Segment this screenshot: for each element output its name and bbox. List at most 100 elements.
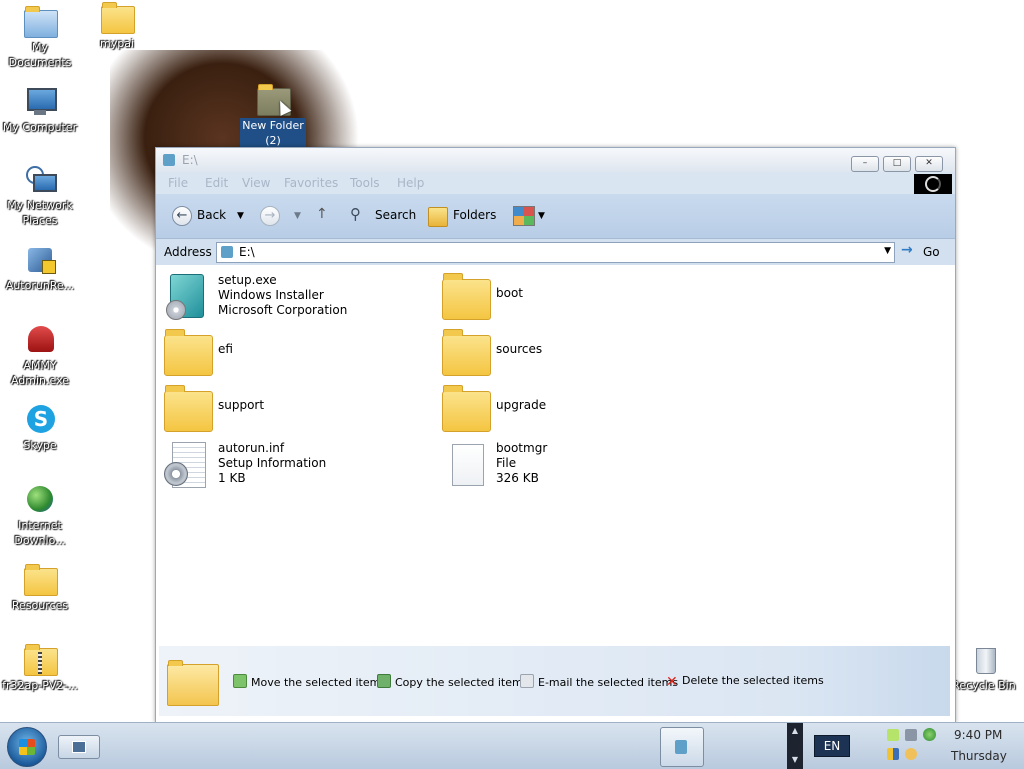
menu-file[interactable]: File bbox=[168, 176, 188, 190]
item-company: Microsoft Corporation bbox=[218, 303, 348, 317]
back-dropdown-icon[interactable]: ▼ bbox=[237, 211, 244, 221]
start-button[interactable] bbox=[7, 727, 47, 767]
folder-icon bbox=[24, 564, 58, 596]
desktop-icon-archive[interactable]: fr32ap-PV2-... bbox=[0, 644, 80, 693]
window-title: E:\ bbox=[182, 153, 198, 167]
copy-items-link[interactable]: Copy the selected items bbox=[377, 674, 528, 689]
show-desktop-button[interactable] bbox=[58, 735, 100, 759]
list-item[interactable]: sources bbox=[442, 325, 712, 377]
desktop-icon-label: AutorunRe... bbox=[5, 279, 75, 292]
search-button[interactable]: Search bbox=[375, 208, 416, 222]
desktop-icon-label: Resources bbox=[11, 599, 69, 612]
move-items-link[interactable]: Move the selected items bbox=[233, 674, 386, 689]
desktop-icon-label: fr32ap-PV2-... bbox=[2, 679, 78, 692]
desktop-icon-label: Internet Downlo... bbox=[14, 519, 66, 547]
folder-icon bbox=[164, 328, 213, 376]
taskbar: ▲ ▼ EN 9:40 PM Thursday bbox=[0, 722, 1024, 769]
tray-network-icon[interactable] bbox=[887, 729, 899, 741]
desktop-icon-label: My Computer bbox=[2, 121, 78, 134]
list-item[interactable]: autorun.inf Setup Information 1 KB bbox=[164, 437, 434, 489]
desktop-icon-resources[interactable]: Resources bbox=[0, 564, 80, 613]
drive-icon bbox=[675, 740, 687, 754]
views-icon[interactable] bbox=[513, 206, 535, 226]
desktop-icon-network-places[interactable]: My Network Places bbox=[0, 164, 80, 228]
desktop-icon-label: My Documents bbox=[8, 41, 72, 69]
desktop-icon-ammy-admin[interactable]: AMMY Admin.exe bbox=[0, 324, 80, 388]
address-bar: Address E:\ ▼ → Go bbox=[156, 239, 955, 265]
item-size: 1 KB bbox=[218, 471, 246, 485]
item-name: boot bbox=[496, 286, 524, 300]
title-bar[interactable]: E:\ – □ ✕ bbox=[156, 148, 955, 172]
list-item[interactable]: setup.exe Windows Installer Microsoft Co… bbox=[164, 269, 434, 321]
desktop-icon-label: New Folder (2) bbox=[240, 118, 306, 148]
folders-icon[interactable] bbox=[428, 207, 448, 227]
desktop-icon-label: mypai bbox=[99, 37, 134, 50]
clock-time[interactable]: 9:40 PM bbox=[954, 728, 1002, 742]
delete-items-link[interactable]: ✕ Delete the selected items bbox=[666, 674, 824, 689]
setup-info-file-icon bbox=[164, 440, 212, 488]
item-name: setup.exe bbox=[218, 273, 277, 287]
folders-button[interactable]: Folders bbox=[453, 208, 496, 222]
item-type: Windows Installer bbox=[218, 288, 324, 302]
language-indicator[interactable]: EN bbox=[814, 735, 850, 757]
autorun-shortcut-icon bbox=[24, 244, 56, 276]
maximize-button[interactable]: □ bbox=[883, 156, 911, 172]
list-item[interactable]: efi bbox=[164, 325, 434, 377]
address-dropdown-icon[interactable]: ▼ bbox=[884, 246, 891, 256]
show-desktop-icon bbox=[72, 741, 86, 753]
desktop-icon-autorunre[interactable]: AutorunRe... bbox=[0, 244, 80, 293]
search-icon[interactable]: ⚲ bbox=[350, 205, 361, 223]
desktop-icon-mypai[interactable]: mypai bbox=[77, 2, 157, 51]
tray-scroll-bar[interactable]: ▲ ▼ bbox=[787, 723, 803, 769]
list-item[interactable]: bootmgr File 326 KB bbox=[442, 437, 712, 489]
tray-monitor-icon[interactable] bbox=[905, 729, 917, 741]
address-input[interactable]: E:\ ▼ bbox=[216, 242, 895, 263]
go-button[interactable]: Go bbox=[923, 245, 940, 259]
desktop-icon-my-computer[interactable]: My Computer bbox=[0, 86, 80, 135]
menu-tools[interactable]: Tools bbox=[350, 176, 380, 190]
clock-day[interactable]: Thursday bbox=[951, 749, 1007, 763]
item-name: support bbox=[218, 398, 265, 412]
tray-shield-icon[interactable] bbox=[887, 748, 899, 760]
back-button[interactable]: Back bbox=[197, 208, 226, 222]
forward-arrow-icon[interactable]: → bbox=[260, 206, 280, 226]
desktop-icon-recycle-bin[interactable]: Recycle Bin bbox=[944, 644, 1024, 693]
skype-icon: S bbox=[24, 404, 56, 436]
desktop-icon-new-folder[interactable]: New Folder (2) bbox=[233, 84, 313, 148]
taskbar-explorer-button[interactable] bbox=[660, 727, 704, 767]
desktop-icon-skype[interactable]: S Skype bbox=[0, 404, 80, 453]
back-arrow-icon[interactable]: ← bbox=[172, 206, 192, 226]
network-icon bbox=[24, 164, 57, 196]
list-item[interactable]: boot bbox=[442, 269, 712, 321]
forward-dropdown-icon[interactable]: ▼ bbox=[294, 211, 301, 221]
copy-icon bbox=[377, 674, 391, 688]
desktop-icon-my-documents[interactable]: My Documents bbox=[0, 6, 80, 70]
go-arrow-icon[interactable]: → bbox=[901, 242, 913, 258]
views-dropdown-icon[interactable]: ▼ bbox=[538, 211, 545, 221]
desktop-icon-internet-download[interactable]: Internet Downlo... bbox=[0, 484, 80, 548]
up-folder-icon[interactable]: ↑ bbox=[316, 206, 328, 222]
zip-folder-icon bbox=[24, 644, 58, 676]
menu-view[interactable]: View bbox=[242, 176, 270, 190]
explorer-window: E:\ – □ ✕ File Edit View Favorites Tools… bbox=[155, 147, 956, 723]
item-type: Setup Information bbox=[218, 456, 327, 470]
tray-messenger-icon[interactable] bbox=[905, 748, 917, 760]
menu-edit[interactable]: Edit bbox=[205, 176, 228, 190]
scroll-down-icon[interactable]: ▼ bbox=[787, 755, 803, 764]
email-items-link[interactable]: E-mail the selected items bbox=[520, 674, 678, 689]
folder-icon bbox=[101, 2, 135, 34]
scroll-up-icon[interactable]: ▲ bbox=[787, 726, 803, 735]
list-item[interactable]: upgrade bbox=[442, 381, 712, 433]
menu-favorites[interactable]: Favorites bbox=[284, 176, 338, 190]
folder-icon bbox=[442, 328, 491, 376]
globe-download-icon bbox=[24, 484, 56, 516]
minimize-button[interactable]: – bbox=[851, 156, 879, 172]
ammy-admin-icon bbox=[24, 324, 56, 356]
close-button[interactable]: ✕ bbox=[915, 156, 943, 172]
task-pane: Move the selected items Copy the selecte… bbox=[159, 646, 950, 716]
list-item[interactable]: support bbox=[164, 381, 434, 433]
tray-globe-icon[interactable] bbox=[923, 728, 936, 741]
activity-throbber bbox=[914, 174, 952, 194]
menu-help[interactable]: Help bbox=[397, 176, 424, 190]
toolbar: ← Back ▼ → ▼ ↑ ⚲ Search Folders ▼ bbox=[156, 194, 955, 239]
